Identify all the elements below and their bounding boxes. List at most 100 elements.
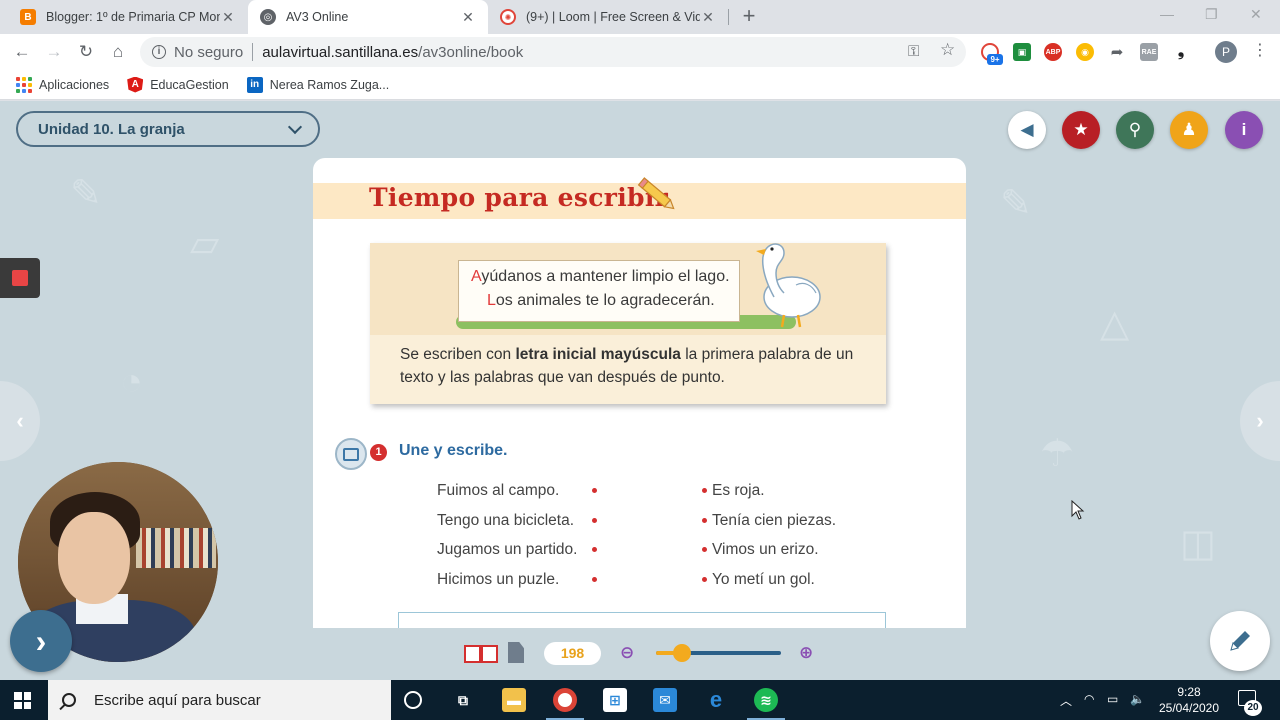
notifications-count: 20	[1244, 700, 1262, 716]
double-page-icon[interactable]	[463, 644, 499, 664]
bookmark-label: Nerea Ramos Zuga...	[269, 77, 390, 92]
info-icon[interactable]: i	[152, 45, 166, 59]
match-right-item: Tenía cien piezas.	[712, 512, 837, 529]
url-host: aulavirtual.santillana.es	[262, 43, 419, 61]
exercise-title: Une y escribe.	[399, 442, 508, 459]
match-dot[interactable]	[702, 577, 707, 582]
match-dot[interactable]	[592, 488, 597, 493]
zoom-out-icon[interactable]: ⊖	[620, 643, 634, 663]
url-path: /av3online/book	[418, 43, 524, 61]
windows-taskbar: Escribe aquí para buscar ⧉ ▬ ⊞ ✉ e ≋ ︿ ◠…	[0, 680, 1280, 720]
classroom-icon[interactable]: ▣	[1013, 43, 1031, 61]
search-button[interactable]: ⚲	[1116, 111, 1154, 149]
unit-selector-label: Unidad 10. La granja	[38, 120, 185, 138]
chrome-extension-icon[interactable]: ◉	[1076, 43, 1094, 61]
linkedin-icon: in	[246, 76, 263, 93]
answer-area[interactable]	[398, 612, 886, 628]
accessibility-button[interactable]: ♟	[1170, 111, 1208, 149]
tab-loom[interactable]: ✺ (9+) | Loom | Free Screen & Video ✕	[488, 0, 728, 34]
bookmark-label: EducaGestion	[150, 77, 229, 92]
clock-time: 9:28	[1177, 685, 1201, 699]
tab-blogger[interactable]: B Blogger: 1º de Primaria CP Monte ✕	[8, 0, 248, 34]
recording-stop-button[interactable]	[0, 258, 40, 298]
new-tab-button[interactable]: +	[738, 5, 760, 28]
match-left-item: Tengo una bicicleta.	[437, 512, 575, 529]
close-icon[interactable]: ✕	[220, 9, 236, 26]
exercise-icon[interactable]	[335, 438, 367, 470]
bookmark-educagestion[interactable]: A EducaGestion	[127, 76, 229, 93]
info-button[interactable]: i	[1225, 111, 1263, 149]
edge-icon[interactable]: e	[704, 687, 728, 712]
mail-icon[interactable]: ✉	[653, 688, 677, 712]
zoom-in-icon[interactable]: ⊕	[799, 643, 813, 663]
tab-av3-online[interactable]: ◎ AV3 Online ✕	[248, 0, 488, 34]
person-icon: ♟	[1181, 120, 1197, 139]
stop-icon	[12, 270, 28, 286]
match-dot[interactable]	[702, 488, 707, 493]
adblock-icon[interactable]: ABP	[1044, 43, 1062, 61]
divider	[252, 43, 254, 61]
match-dot[interactable]	[592, 518, 597, 523]
home-icon[interactable]: ⌂	[106, 40, 130, 64]
security-label: No seguro	[174, 43, 244, 61]
minimize-icon[interactable]: —	[1160, 6, 1174, 22]
volume-icon[interactable]: 🔈	[1130, 692, 1145, 706]
previous-page-button[interactable]: ‹	[0, 381, 40, 461]
taskbar-search[interactable]: Escribe aquí para buscar	[48, 680, 391, 720]
back-button[interactable]: ◀	[1008, 111, 1046, 149]
single-page-icon[interactable]	[508, 642, 524, 663]
close-icon[interactable]: ✕	[700, 9, 716, 26]
wifi-icon[interactable]: ◠	[1084, 692, 1094, 706]
pen-tool-button[interactable]	[1210, 611, 1270, 671]
page-title: Tiempo para escribir	[369, 183, 669, 212]
match-dot[interactable]	[702, 518, 707, 523]
menu-dots-icon[interactable]: ⋮	[1252, 40, 1268, 60]
match-dot[interactable]	[702, 547, 707, 552]
zoom-thumb[interactable]	[673, 644, 692, 662]
chrome-icon[interactable]	[553, 688, 577, 712]
decorative-pattern: ▱	[190, 223, 220, 265]
mouse-cursor-icon	[1071, 500, 1085, 520]
unit-selector[interactable]: Unidad 10. La granja	[16, 111, 320, 147]
cortana-icon[interactable]	[404, 691, 422, 709]
close-window-icon[interactable]: ✕	[1250, 6, 1262, 23]
next-page-button[interactable]: ›	[1240, 381, 1280, 461]
tab-title: AV3 Online	[286, 10, 349, 24]
forward-arrow-icon[interactable]: →	[42, 40, 66, 64]
illustration: Ayúdanos a mantener limpio el lago. Los …	[370, 243, 886, 335]
reload-icon[interactable]: ↻	[74, 40, 98, 64]
match-right-item: Es roja.	[712, 482, 765, 499]
sign-line: Ayúdanos a mantener limpio el lago.	[471, 268, 730, 285]
address-bar[interactable]: i No seguro aulavirtual.santillana.es /a…	[140, 37, 966, 67]
spotify-icon[interactable]: ≋	[754, 688, 778, 712]
windows-start-icon[interactable]	[14, 692, 31, 709]
back-arrow-icon[interactable]: ←	[10, 40, 34, 64]
profile-avatar[interactable]: P	[1215, 41, 1237, 63]
taskbar-search-placeholder: Escribe aquí para buscar	[94, 691, 261, 709]
share-icon[interactable]: ➦	[1108, 43, 1126, 61]
chevron-down-icon	[287, 119, 303, 134]
zoom-slider[interactable]	[656, 644, 781, 662]
page-number-field[interactable]: 198	[544, 642, 601, 665]
bookmark-linkedin[interactable]: in Nerea Ramos Zuga...	[246, 76, 390, 93]
store-icon[interactable]: ⊞	[603, 688, 627, 712]
match-dot[interactable]	[592, 547, 597, 552]
match-left-item: Hicimos un puzle.	[437, 571, 560, 588]
key-icon[interactable]: ⚿	[908, 43, 919, 60]
match-dot[interactable]	[592, 577, 597, 582]
restore-icon[interactable]: ❐	[1205, 6, 1218, 23]
task-view-icon[interactable]: ⧉	[451, 688, 475, 712]
file-explorer-icon[interactable]: ▬	[502, 688, 526, 712]
battery-icon[interactable]: ▭	[1107, 692, 1118, 706]
bookmark-star-icon[interactable]: ☆	[940, 40, 955, 60]
extension-icon[interactable]: ❟	[1172, 43, 1190, 61]
chevron-up-icon[interactable]: ︿	[1060, 692, 1072, 709]
bookmark-apps[interactable]: Aplicaciones	[16, 76, 109, 93]
close-icon[interactable]: ✕	[460, 9, 476, 26]
webcam-face	[58, 512, 130, 604]
rae-icon[interactable]: RAE	[1140, 43, 1158, 61]
expand-panel-button[interactable]: ›	[10, 610, 72, 672]
favorites-button[interactable]: ★	[1062, 111, 1100, 149]
info-icon: i	[1241, 120, 1247, 139]
system-clock[interactable]: 9:28 25/04/2020	[1150, 684, 1228, 716]
